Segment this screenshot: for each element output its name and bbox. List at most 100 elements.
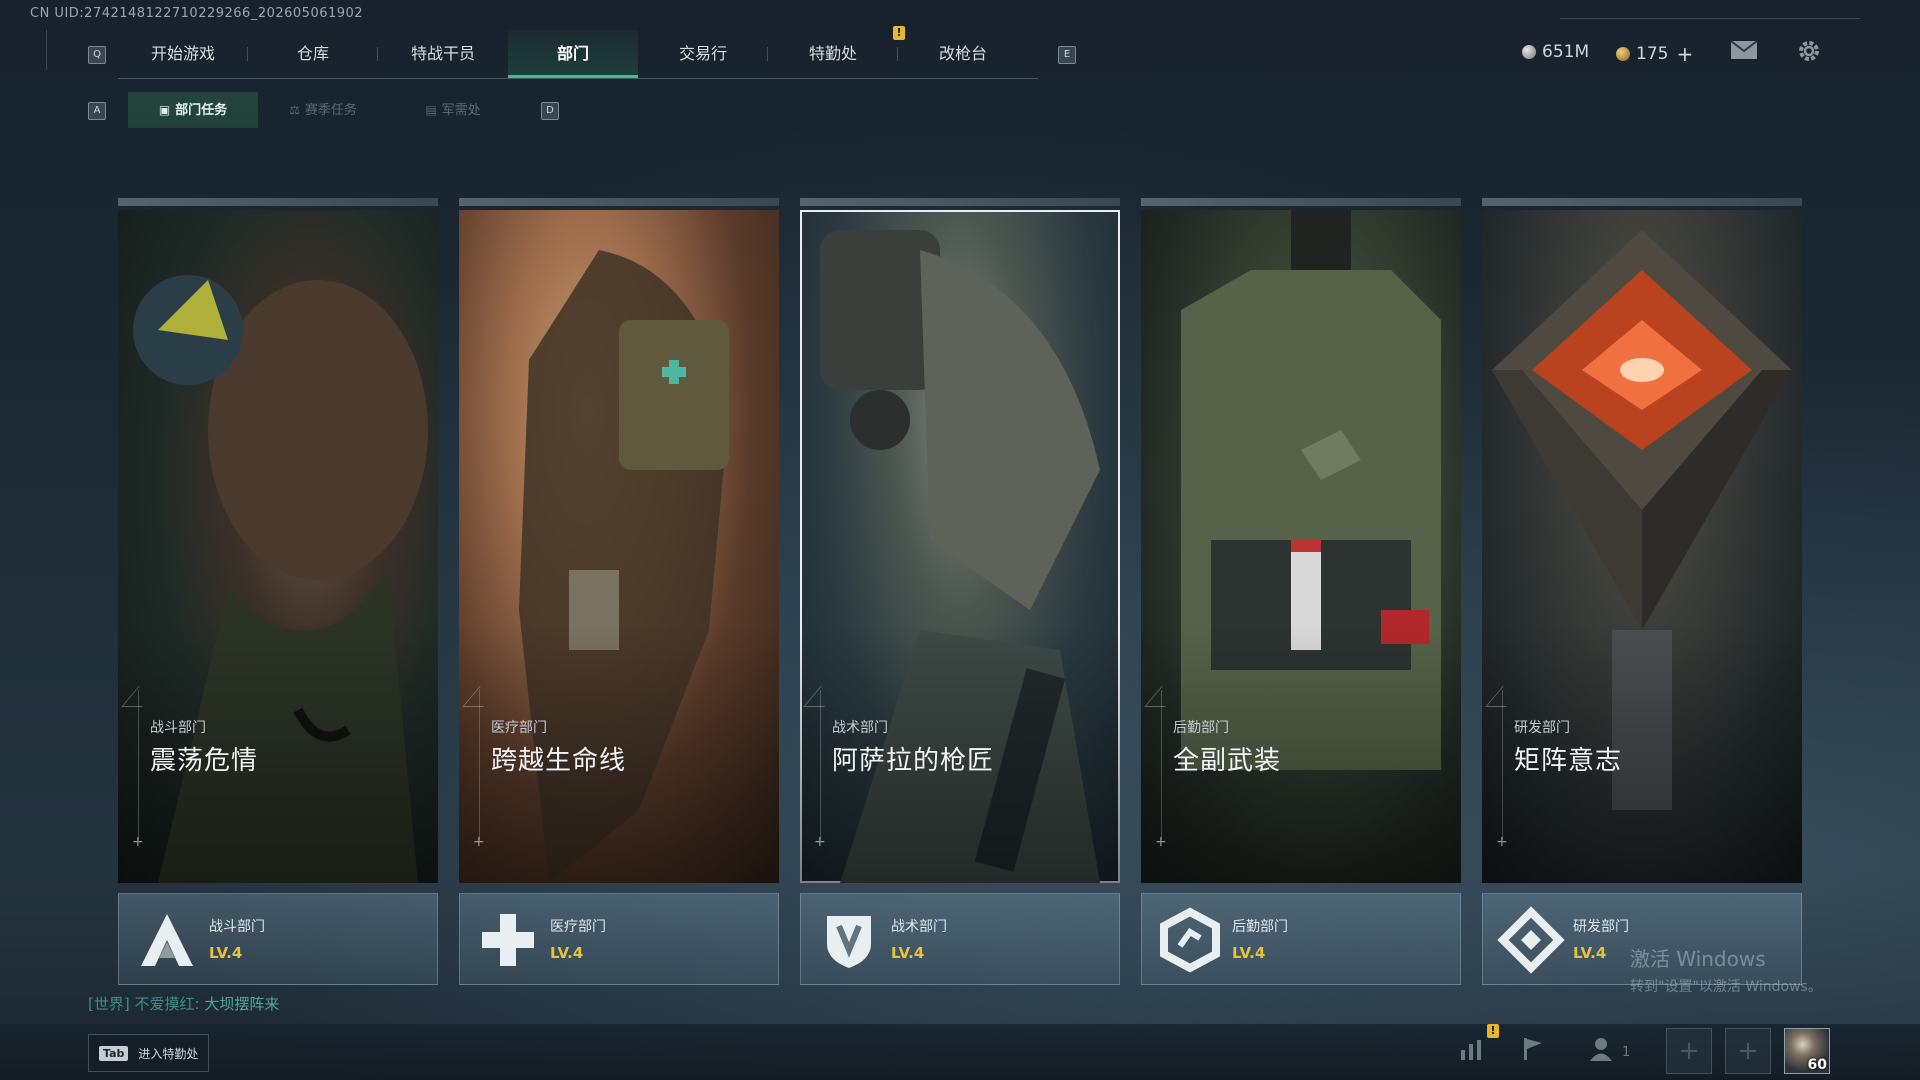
dept-name: 医疗部门	[550, 919, 606, 935]
team-slot-empty[interactable]: +	[1666, 1028, 1712, 1074]
subtab-quartermaster[interactable]: ▤ 军需处	[388, 92, 518, 128]
card-title: 跨越生命线	[491, 746, 627, 776]
card-title: 阿萨拉的枪匠	[832, 746, 995, 776]
subtab-label: 部门任务	[175, 103, 228, 118]
tab-department[interactable]: 部门	[508, 30, 638, 78]
windows-activation-watermark: 激活 Windows 转到"设置"以激活 Windows。	[1630, 943, 1822, 996]
mail-icon[interactable]	[1730, 40, 1758, 60]
gold-currency[interactable]: 175 +	[1616, 42, 1693, 66]
player-level: 60	[1807, 1057, 1827, 1073]
card-art-body-armor: + 后勤部门 全副武装	[1141, 210, 1461, 883]
dept-level: LV.4	[1573, 944, 1607, 962]
dept-level: LV.4	[1232, 944, 1266, 962]
dept-panel-combat[interactable]: 战斗部门 LV.4	[118, 893, 438, 985]
friends-icon[interactable]	[1586, 1036, 1620, 1070]
silver-coin-icon	[1522, 45, 1536, 59]
dept-name: 研发部门	[1573, 919, 1629, 935]
enter-special-ops-button[interactable]: Tab 进入特勤处	[88, 1034, 210, 1072]
card-category: 研发部门	[1514, 720, 1570, 736]
settings-gear-icon[interactable]	[1797, 39, 1821, 63]
friends-count: 1	[1622, 1045, 1631, 1060]
tab-start-game[interactable]: 开始游戏	[118, 30, 248, 78]
card-art-operator-headset: + 战斗部门 震荡危情	[118, 210, 438, 883]
guide-line	[479, 690, 480, 840]
card-art-nightvision-soldier: + 战术部门 阿萨拉的枪匠	[800, 210, 1120, 883]
guide-line	[1161, 690, 1162, 840]
watermark-line2: 转到"设置"以激活 Windows。	[1630, 979, 1822, 995]
team-slot-empty[interactable]: +	[1725, 1028, 1771, 1074]
gold-coin-icon	[1616, 47, 1630, 61]
tab-gunsmith[interactable]: 改枪台	[898, 30, 1028, 78]
world-chat-line[interactable]: [世界] 不爱摸红: 大坝摆阵来	[88, 993, 279, 1014]
nav-prev-key[interactable]: Q	[88, 46, 106, 64]
card-header-strip	[1141, 198, 1461, 206]
subtab-season-tasks[interactable]: ⚖ 赛季任务	[258, 92, 388, 128]
add-currency-button[interactable]: +	[1676, 42, 1693, 66]
card-title: 震荡危情	[150, 746, 259, 776]
dept-level: LV.4	[209, 944, 243, 962]
plus-marker-icon: +	[132, 834, 144, 850]
subnav-next-key[interactable]: D	[541, 102, 559, 120]
silver-value: 651M	[1542, 42, 1590, 62]
dept-panel-logistics[interactable]: 后勤部门 LV.4	[1141, 893, 1461, 985]
card-header-strip	[1482, 198, 1802, 206]
dept-panel-medical[interactable]: 医疗部门 LV.4	[459, 893, 779, 985]
dept-name: 战斗部门	[209, 919, 265, 935]
tab-hint-label: 进入特勤处	[138, 1046, 199, 1061]
uid-text: CN UID:2742148122710229266_202605061902	[30, 6, 364, 21]
season-icon: ⚖	[289, 103, 300, 117]
card-category: 后勤部门	[1173, 720, 1229, 736]
quartermaster-icon: ▤	[425, 103, 437, 117]
stats-alert-badge: !	[1487, 1024, 1499, 1038]
tab-trading[interactable]: 交易行	[638, 30, 768, 78]
task-list-icon: ▣	[158, 103, 171, 117]
subtab-label: 军需处	[441, 103, 481, 118]
plus-marker-icon: +	[1155, 834, 1167, 850]
research-diamond-icon	[1497, 906, 1565, 974]
silver-currency: 651M	[1522, 42, 1589, 62]
chat-channel: [世界]	[88, 995, 130, 1013]
dept-level: LV.4	[550, 944, 584, 962]
department-card-logistics[interactable]: + 后勤部门 全副武装	[1141, 198, 1461, 883]
watermark-line1: 激活 Windows	[1630, 947, 1766, 971]
dept-panel-tactical[interactable]: 战术部门 LV.4	[800, 893, 1120, 985]
dept-name: 后勤部门	[1232, 919, 1288, 935]
card-art-matrix-cube: + 研发部门 矩阵意志	[1482, 210, 1802, 883]
card-art-medic-carry: + 医疗部门 跨越生命线	[459, 210, 779, 883]
card-category: 医疗部门	[491, 720, 547, 736]
tab-warehouse[interactable]: 仓库	[248, 30, 378, 78]
subtab-label: 赛季任务	[304, 103, 357, 118]
card-header-strip	[459, 198, 779, 206]
tactical-shield-icon	[815, 906, 883, 974]
department-card-research[interactable]: + 研发部门 矩阵意志	[1482, 198, 1802, 883]
medical-cross-icon	[474, 906, 542, 974]
sub-nav: ▣ 部门任务 ⚖ 赛季任务 ▤ 军需处	[128, 92, 518, 128]
plus-marker-icon: +	[814, 834, 826, 850]
player-avatar[interactable]: 60	[1784, 1028, 1830, 1074]
card-header-strip	[118, 198, 438, 206]
card-header-strip	[800, 198, 1120, 206]
chat-sender: 不爱摸红:	[134, 995, 200, 1013]
tab-special-ops[interactable]: 特勤处	[768, 30, 898, 78]
guide-line	[138, 690, 139, 840]
subtab-department-tasks[interactable]: ▣ 部门任务	[128, 92, 258, 128]
flag-icon[interactable]	[1516, 1036, 1550, 1070]
card-title: 全副武装	[1173, 746, 1282, 776]
tab-operators[interactable]: 特战干员	[378, 30, 508, 78]
card-category: 战斗部门	[150, 720, 206, 736]
card-title: 矩阵意志	[1514, 746, 1623, 776]
subnav-prev-key[interactable]: A	[88, 102, 106, 120]
dept-name: 战术部门	[891, 919, 947, 935]
dept-level: LV.4	[891, 944, 925, 962]
department-card-tactical[interactable]: + 战术部门 阿萨拉的枪匠	[800, 198, 1120, 883]
logistics-hexagon-icon	[1156, 906, 1224, 974]
department-card-combat[interactable]: + 战斗部门 震荡危情	[118, 198, 438, 883]
guide-line	[1502, 690, 1503, 840]
guide-line	[820, 690, 821, 840]
nav-next-key[interactable]: E	[1058, 46, 1076, 64]
bottom-bar	[0, 1024, 1920, 1080]
tab-key-hint: Tab	[99, 1045, 129, 1061]
department-card-medical[interactable]: + 医疗部门 跨越生命线	[459, 198, 779, 883]
stats-bar-chart-icon[interactable]	[1454, 1036, 1488, 1070]
card-category: 战术部门	[832, 720, 888, 736]
